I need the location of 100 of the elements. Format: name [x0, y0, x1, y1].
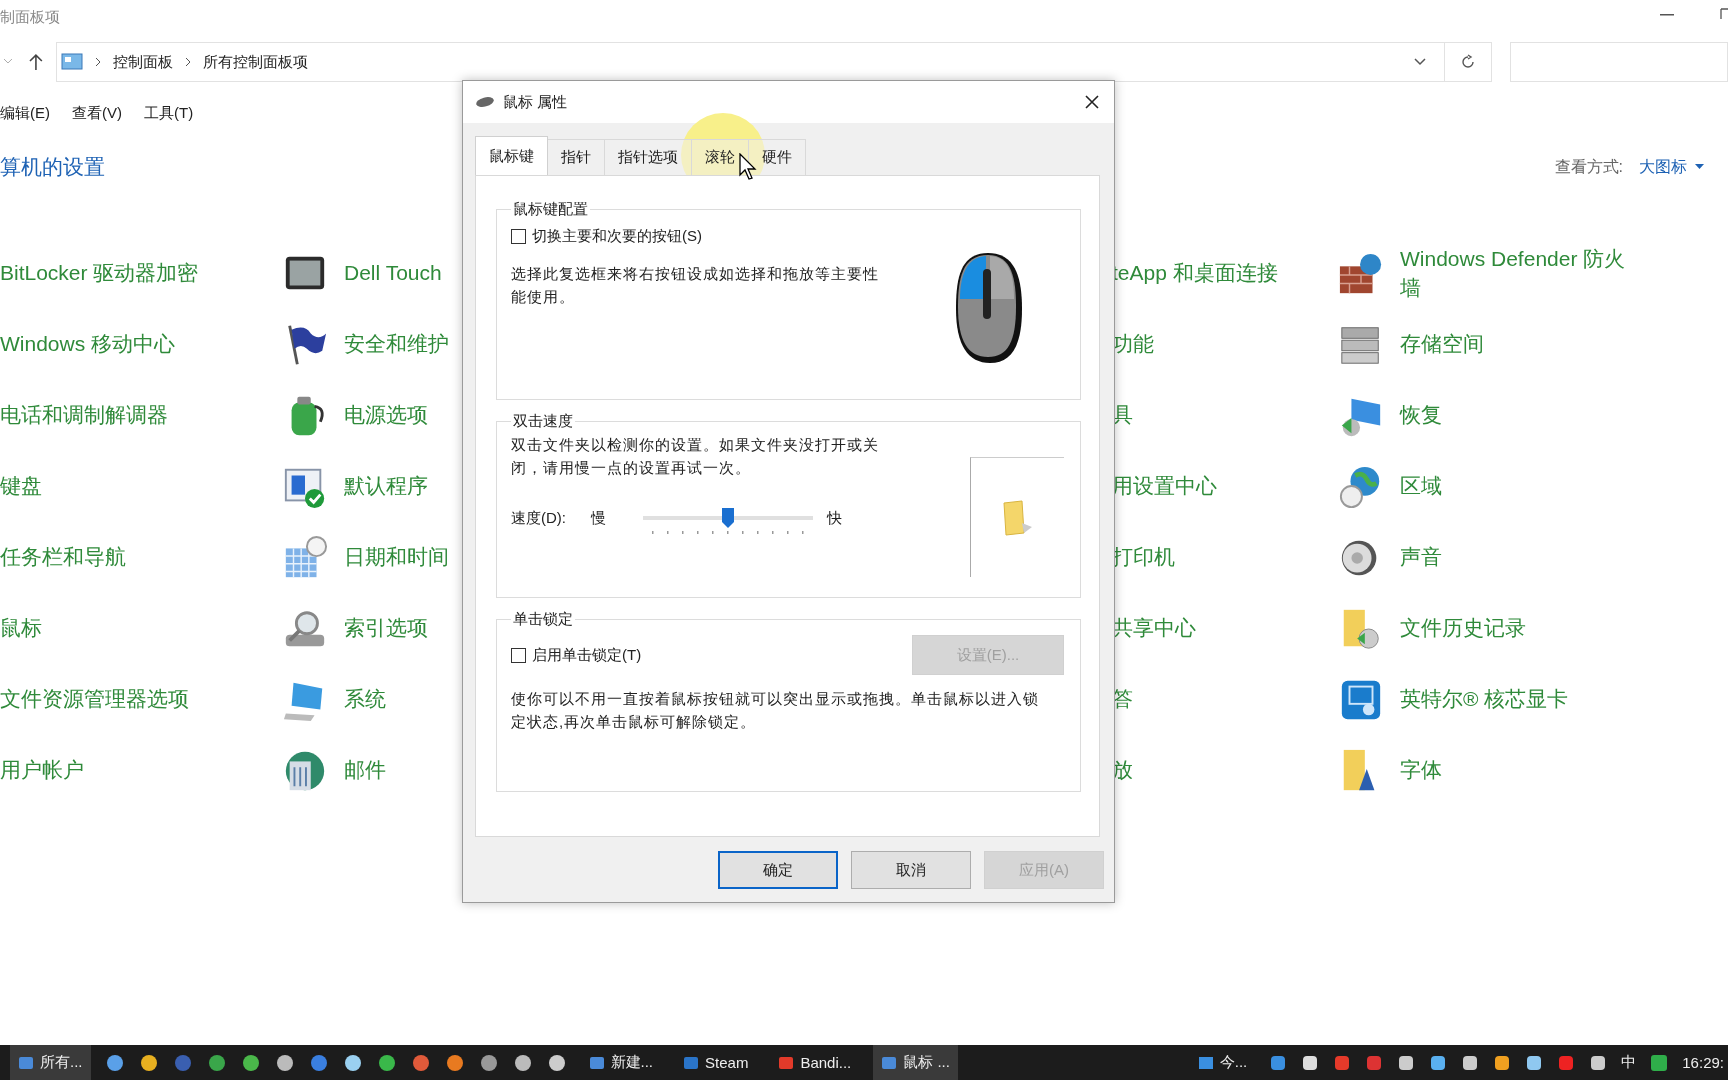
control-panel-item[interactable]: 英特尔® 核芯显卡	[1400, 685, 1632, 714]
dialog-title: 鼠标 属性	[503, 92, 568, 112]
input-method-indicator[interactable]: 中	[1621, 1053, 1637, 1072]
control-panel-item[interactable]: 放	[1112, 758, 1133, 782]
checkbox[interactable]	[511, 647, 526, 663]
taskbar-icon[interactable]	[138, 1052, 159, 1073]
page-heading: 算机的设置	[0, 154, 105, 180]
control-panel-item[interactable]: 邮件	[344, 756, 386, 785]
taskbar-icon[interactable]	[376, 1052, 397, 1073]
control-panel-item[interactable]: 系统	[344, 685, 386, 714]
minimize-icon[interactable]	[1660, 14, 1674, 16]
widget-icon	[1197, 1054, 1214, 1071]
maximize-icon[interactable]	[1720, 8, 1728, 20]
control-panel-item[interactable]: Windows Defender 防火墙	[1400, 245, 1632, 302]
control-panel-item[interactable]: 文件资源管理器选项	[0, 687, 189, 711]
menu-item[interactable]: 编辑(E)	[0, 103, 50, 123]
taskbar-icon[interactable]	[342, 1052, 363, 1073]
mouse-icon	[475, 96, 495, 108]
tray-icon[interactable]	[1589, 1053, 1608, 1072]
control-panel-item[interactable]: 日期和时间	[344, 543, 449, 572]
control-panel-item[interactable]: 鼠标	[0, 616, 42, 640]
app-icon	[683, 1054, 700, 1071]
group-title: 双击速度	[512, 412, 574, 431]
fast-label: 快	[827, 508, 842, 528]
control-panel-item[interactable]: 文件历史记录	[1400, 614, 1632, 643]
taskbar-icon[interactable]	[206, 1052, 227, 1073]
control-panel-item[interactable]: 安全和维护	[344, 330, 449, 359]
taskbar-icon[interactable]	[308, 1052, 329, 1073]
tab[interactable]: 鼠标键	[475, 136, 548, 175]
up-arrow-icon[interactable]	[27, 53, 44, 71]
tray-icon[interactable]	[1461, 1053, 1480, 1072]
control-panel-item[interactable]: Windows 移动中心	[0, 332, 176, 356]
checkbox-label[interactable]: 切换主要和次要的按钮(S)	[532, 227, 702, 246]
control-panel-item[interactable]: 键盘	[0, 474, 42, 498]
taskbar-widget[interactable]: 今...	[1189, 1045, 1256, 1080]
taskbar-app[interactable]: Steam	[675, 1045, 757, 1080]
control-panel-item[interactable]: 电源选项	[344, 401, 428, 430]
control-panel-item[interactable]: 任务栏和导航	[0, 545, 126, 569]
breadcrumb[interactable]: 控制面板	[112, 52, 173, 72]
input-method-icon[interactable]	[1650, 1053, 1669, 1072]
menu-item[interactable]: 工具(T)	[144, 103, 194, 123]
taskbar-app[interactable]: 鼠标 ...	[873, 1045, 958, 1080]
taskbar-icon[interactable]	[512, 1052, 533, 1073]
tray-icon[interactable]	[1525, 1053, 1544, 1072]
group-title: 鼠标键配置	[512, 200, 589, 219]
taskbar-icon[interactable]	[546, 1052, 567, 1073]
chevron-right-icon	[94, 57, 101, 67]
tray-icon[interactable]	[1493, 1053, 1512, 1072]
control-panel-item[interactable]: 存储空间	[1400, 330, 1632, 359]
control-panel-item[interactable]: 恢复	[1400, 401, 1632, 430]
refresh-icon	[1460, 54, 1477, 70]
slider-thumb[interactable]	[721, 507, 735, 529]
tray-icon[interactable]	[1397, 1053, 1416, 1072]
view-by-dropdown[interactable]: 大图标	[1639, 156, 1704, 178]
control-panel-item[interactable]: 用户帐户	[0, 758, 84, 782]
control-panel-item[interactable]: Dell Touch	[344, 259, 442, 288]
app-icon	[588, 1054, 605, 1071]
control-panel-item[interactable]: 默认程序	[344, 472, 428, 501]
tab[interactable]: 硬件	[748, 139, 806, 175]
taskbar-icon[interactable]	[274, 1052, 295, 1073]
control-panel-item[interactable]: 索引选项	[344, 614, 428, 643]
app-icon	[778, 1054, 795, 1071]
control-panel-item[interactable]: 区域	[1400, 472, 1632, 501]
breadcrumb[interactable]: 所有控制面板项	[202, 52, 308, 72]
app-icon	[18, 1054, 34, 1071]
taskbar-app[interactable]: 所有...	[10, 1045, 91, 1080]
checkbox-label[interactable]: 启用单击锁定(T)	[532, 645, 642, 665]
control-panel-item[interactable]: BitLocker 驱动器加密	[0, 261, 199, 285]
description-text: 选择此复选框来将右按钮设成如选择和拖放等主要性能使用。	[511, 264, 880, 307]
control-panel-icon	[60, 53, 83, 71]
taskbar-icon[interactable]	[240, 1052, 261, 1073]
clock[interactable]: 16:29:	[1682, 1054, 1724, 1071]
speed-label: 速度(D):	[511, 508, 567, 528]
tray-icon[interactable]	[1301, 1053, 1320, 1072]
close-icon[interactable]	[1084, 94, 1100, 110]
taskbar-icon[interactable]	[410, 1052, 431, 1073]
tray-icon[interactable]	[1429, 1053, 1448, 1072]
app-icon	[881, 1054, 898, 1071]
dialog-button[interactable]: 取消	[851, 851, 971, 889]
taskbar-icon[interactable]	[444, 1052, 465, 1073]
taskbar-app[interactable]: 新建...	[580, 1045, 662, 1080]
taskbar-icon[interactable]	[478, 1052, 499, 1073]
tray-icon[interactable]	[1269, 1053, 1288, 1072]
taskbar-icon[interactable]	[104, 1052, 125, 1073]
dropdown-icon[interactable]	[1414, 58, 1427, 66]
taskbar-app[interactable]: Bandi...	[770, 1045, 860, 1080]
slow-label: 慢	[591, 508, 607, 528]
control-panel-item[interactable]: 声音	[1400, 543, 1632, 572]
view-by-label: 查看方式:	[1554, 156, 1623, 177]
control-panel-item[interactable]: 电话和调制解调器	[0, 403, 168, 427]
menu-item[interactable]: 查看(V)	[72, 103, 122, 123]
search-field[interactable]	[1510, 42, 1728, 82]
group-title: 单击锁定	[512, 610, 574, 629]
control-panel-item[interactable]: 字体	[1400, 756, 1632, 785]
description-text: 使你可以不用一直按着鼠标按钮就可以突出显示或拖拽。单击鼠标以进入锁定状态,再次单击鼠标可解除锁定。	[511, 689, 1039, 732]
window-title: 制面板项	[0, 7, 60, 27]
control-panel-item[interactable]: 用设置中心	[1112, 474, 1217, 498]
checkbox[interactable]	[511, 229, 526, 244]
dialog-button[interactable]: 确定	[718, 851, 838, 889]
tab[interactable]: 指针选项	[604, 139, 692, 175]
